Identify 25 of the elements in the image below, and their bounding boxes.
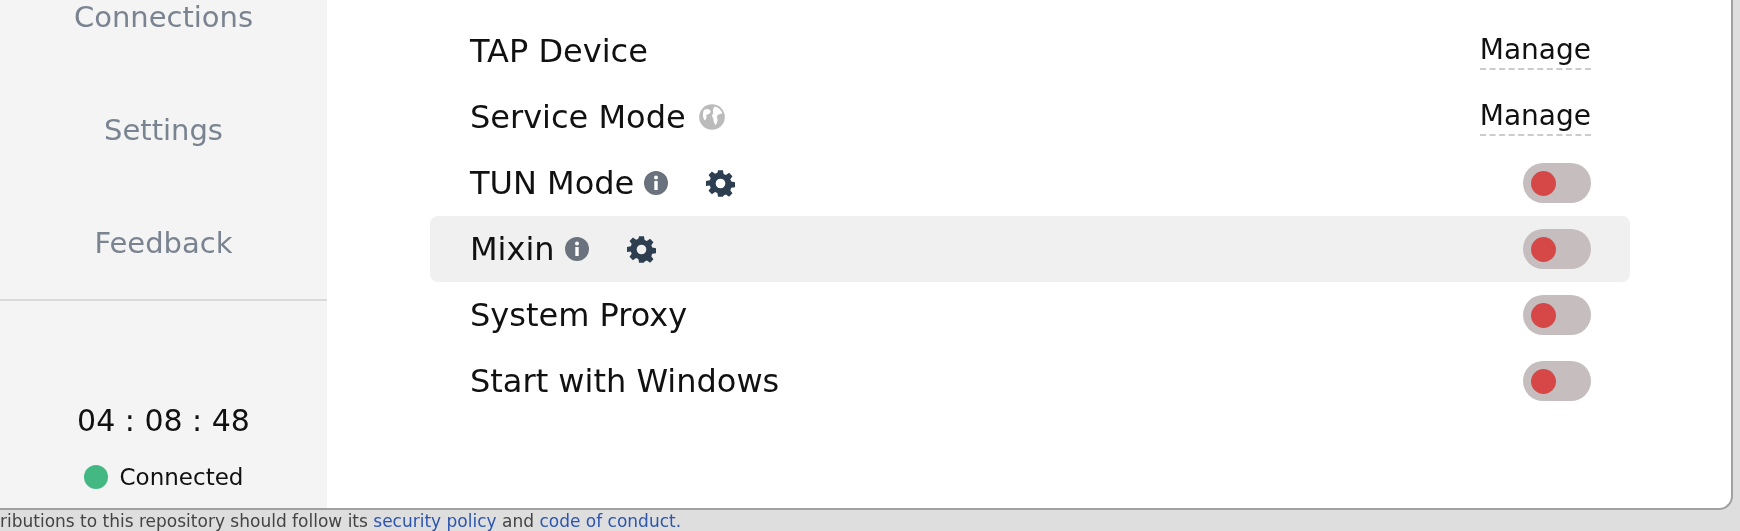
elapsed-time: 04 : 08 : 48 [77, 403, 250, 438]
manage-link[interactable]: Manage [1479, 32, 1591, 70]
setting-label: System Proxy [470, 296, 688, 334]
footer-link[interactable]: code of conduct. [539, 511, 682, 531]
settings-icon[interactable] [706, 168, 736, 198]
sidebar-item[interactable]: Connections [0, 0, 327, 73]
setting-label: TAP Device [470, 32, 648, 70]
status-label: Connected [119, 464, 244, 490]
toggle-switch[interactable] [1523, 361, 1591, 401]
toggle-switch[interactable] [1523, 295, 1591, 335]
toggle-switch[interactable] [1523, 229, 1591, 269]
toggle-switch[interactable] [1523, 163, 1591, 203]
setting-label: Service Mode [470, 98, 686, 136]
footer-link[interactable]: security policy [373, 511, 497, 531]
globe-icon [697, 103, 726, 131]
settings-icon[interactable] [626, 234, 656, 264]
footer-text: ributions to this repository should follow its security policy and code of conduct. [0, 511, 683, 531]
info-icon[interactable] [564, 237, 589, 261]
info-icon[interactable] [644, 171, 669, 195]
sidebar-item[interactable]: Feedback [0, 186, 327, 299]
setting-label: TUN Mode [470, 164, 635, 202]
setting-label: Mixin [470, 230, 555, 268]
manage-link[interactable]: Manage [1479, 98, 1591, 136]
sidebar-item[interactable]: Settings [0, 73, 327, 186]
setting-label: Start with Windows [470, 362, 780, 400]
